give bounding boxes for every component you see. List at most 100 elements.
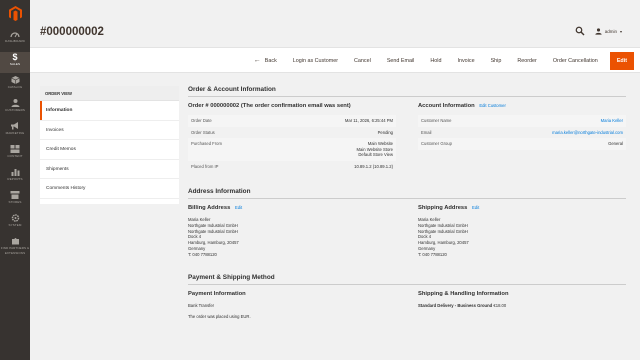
order-view-tabs: ORDER VIEW Information Invoices Credit M… xyxy=(40,86,179,204)
megaphone-icon xyxy=(11,122,18,130)
row-label: Order Date xyxy=(191,118,212,123)
edit-button[interactable]: Edit xyxy=(609,52,634,70)
address-line: T: 040 7788120 xyxy=(188,251,217,257)
order-cancellation-button[interactable]: Order Cancellation xyxy=(545,52,606,70)
shipping-handling-information: Shipping & Handling Information Standard… xyxy=(418,285,626,325)
menu-item-sales[interactable]: $ Sales xyxy=(0,52,30,73)
order-account-section-title: Order & Account Information xyxy=(188,86,626,97)
shipping-method-line: Standard Delivery - Business Ground €18.… xyxy=(418,303,626,308)
tab-shipments[interactable]: Shipments xyxy=(40,160,179,179)
billing-address-block: Maria Keller Northgate Industrial GmbH N… xyxy=(188,217,396,258)
send-email-button[interactable]: Send Email xyxy=(379,52,423,70)
account-heading-label: Account Information xyxy=(418,103,475,109)
shipping-handling-heading: Shipping & Handling Information xyxy=(418,290,509,297)
shipping-price: €18.00 xyxy=(493,302,507,308)
menu-item-content[interactable]: Content xyxy=(0,144,30,165)
row-label: Order Status xyxy=(191,129,215,135)
shipping-method: Standard Delivery - Business Ground xyxy=(418,302,493,308)
table-row: Customer Group General xyxy=(418,138,626,150)
arrow-left-icon: ← xyxy=(253,57,261,64)
payment-currency-note: The order was placed using EUR. xyxy=(188,313,251,319)
order-information: Order # 000000002 (The order confirmatio… xyxy=(188,97,396,172)
menu-label: System xyxy=(8,223,22,227)
menu-label: Catalog xyxy=(7,85,23,89)
menu-item-customers[interactable]: Customers xyxy=(0,98,30,119)
billing-heading-label: Billing Address xyxy=(188,205,231,211)
payment-information: Payment Information Bank Transfer The or… xyxy=(188,285,396,325)
store-icon xyxy=(10,191,20,199)
menu-item-marketing[interactable]: Marketing xyxy=(0,121,30,142)
tab-credit-memos[interactable]: Credit Memos xyxy=(40,140,179,160)
table-row: Purchased From Main Website Main Website… xyxy=(188,138,396,161)
menu-item-dashboard[interactable]: Dashboard xyxy=(0,29,30,50)
user-icon xyxy=(595,27,602,35)
order-date-value: Mar 11, 2026, 6:25:44 PM xyxy=(344,118,393,123)
back-label: Back xyxy=(264,58,277,64)
header-actions: admin ▾ xyxy=(575,26,622,36)
shipping-heading: Shipping Address Edit xyxy=(418,205,626,211)
login-as-customer-button[interactable]: Login as Customer xyxy=(285,52,346,70)
chevron-down-icon: ▾ xyxy=(619,28,622,34)
row-label: Email xyxy=(421,129,432,135)
puzzle-icon xyxy=(11,238,19,245)
dollar-icon: $ xyxy=(12,52,18,62)
menu-label: Dashboard xyxy=(5,39,25,43)
table-row: Email maria.keller@northgate-industrial.… xyxy=(418,127,626,139)
admin-menu: Dashboard $ Sales Catalog Customers Mark… xyxy=(0,0,30,360)
address-section-title: Address Information xyxy=(188,188,626,199)
menu-label: Content xyxy=(7,154,23,158)
menu-item-partners[interactable]: Find Partners & Extensions xyxy=(0,236,30,262)
gear-icon xyxy=(11,214,19,222)
invoice-button[interactable]: Invoice xyxy=(449,52,482,70)
content-icon xyxy=(10,145,20,153)
billing-address: Billing Address Edit Maria Keller Northg… xyxy=(188,199,396,258)
payment-heading: Payment Information xyxy=(188,290,246,297)
menu-label: Reports xyxy=(7,177,23,181)
edit-customer-link[interactable]: Edit Customer xyxy=(479,103,506,108)
menu-item-stores[interactable]: Stores xyxy=(0,190,30,211)
tab-information[interactable]: Information xyxy=(40,101,179,121)
customer-name-link[interactable]: Maria Keller xyxy=(601,118,623,124)
table-row: Order Date Mar 11, 2026, 6:25:44 PM xyxy=(188,115,396,127)
person-icon xyxy=(11,99,19,107)
account-heading: Account Information Edit Customer xyxy=(418,103,626,109)
purchased-from-value: Main Website Main Website Store Default … xyxy=(356,141,393,157)
magento-logo[interactable] xyxy=(8,6,22,21)
table-row: Placed from IP 10.89.1.2 (10.89.1.2) xyxy=(188,161,396,173)
search-icon[interactable] xyxy=(575,26,585,36)
page-title: #000000002 xyxy=(40,26,104,38)
shipping-address-block: Maria Keller Northgate Industrial GmbH N… xyxy=(418,217,626,258)
user-menu[interactable]: admin ▾ xyxy=(595,27,622,35)
menu-label: Find Partners & Extensions xyxy=(0,246,30,255)
customer-email-link[interactable]: maria.keller@northgate-industrial.com xyxy=(552,130,623,136)
row-label: Customer Group xyxy=(421,141,452,146)
ship-button[interactable]: Ship xyxy=(483,52,510,70)
account-info-table: Customer Name Maria Keller Email maria.k… xyxy=(418,115,626,150)
order-content: Order & Account Information Order # 0000… xyxy=(188,86,626,325)
edit-billing-link[interactable]: Edit xyxy=(235,205,242,210)
reorder-button[interactable]: Reorder xyxy=(509,52,544,70)
row-label: Purchased From xyxy=(191,141,222,146)
row-label: Placed from IP xyxy=(191,163,219,169)
cube-icon xyxy=(10,76,20,84)
row-label: Customer Name xyxy=(421,118,452,123)
edit-shipping-link[interactable]: Edit xyxy=(472,205,479,210)
menu-label: Marketing xyxy=(5,131,25,135)
back-button[interactable]: ← Back xyxy=(246,52,285,70)
placed-from-ip-value: 10.89.1.2 (10.89.1.2) xyxy=(354,163,393,169)
order-info-table: Order Date Mar 11, 2026, 6:25:44 PM Orde… xyxy=(188,115,396,172)
menu-label: Customers xyxy=(4,108,25,112)
menu-item-system[interactable]: System xyxy=(0,213,30,234)
order-status-value: Pending xyxy=(377,129,393,135)
table-row: Customer Name Maria Keller xyxy=(418,115,626,127)
payment-method: Bank Transfer xyxy=(188,302,215,308)
tabs-heading: ORDER VIEW xyxy=(40,86,179,101)
hold-button[interactable]: Hold xyxy=(422,52,449,70)
tab-invoices[interactable]: Invoices xyxy=(40,121,179,140)
bar-chart-icon xyxy=(11,169,19,176)
cancel-button[interactable]: Cancel xyxy=(346,52,379,70)
account-information: Account Information Edit Customer Custom… xyxy=(418,97,626,172)
tab-comments-history[interactable]: Comments History xyxy=(40,179,179,199)
menu-item-catalog[interactable]: Catalog xyxy=(0,75,30,96)
menu-item-reports[interactable]: Reports xyxy=(0,167,30,188)
